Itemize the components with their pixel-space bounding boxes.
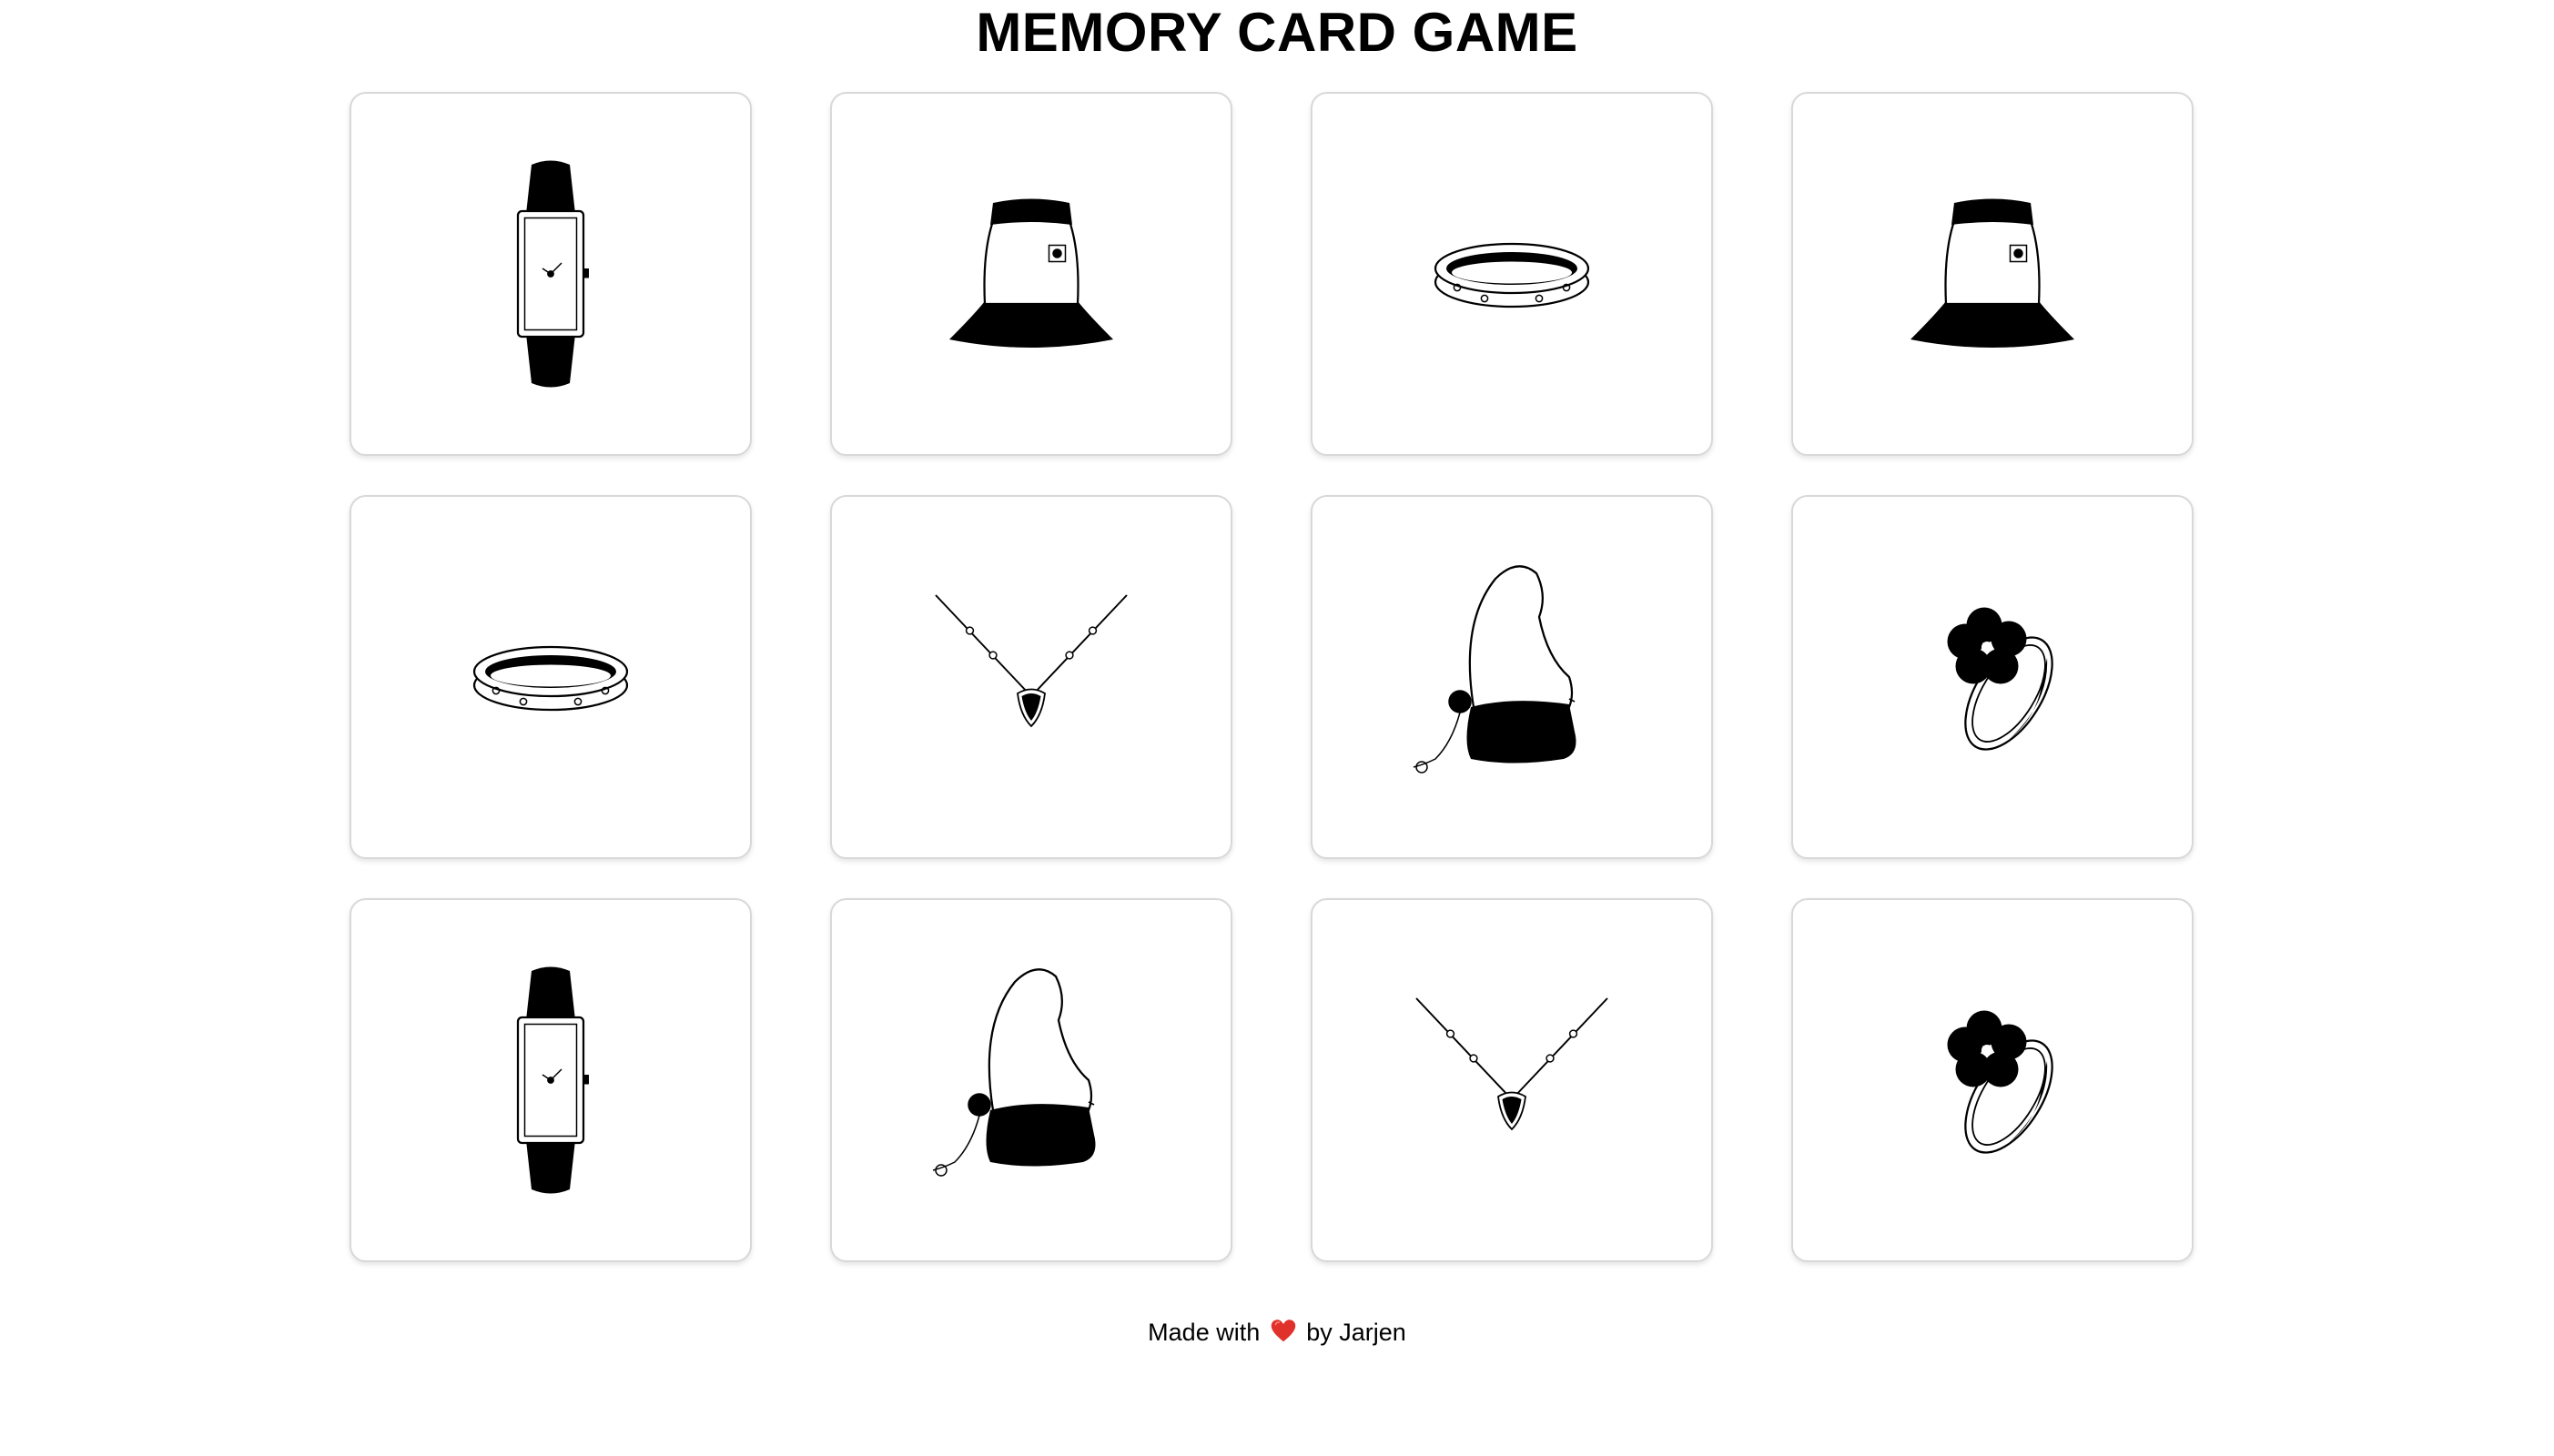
necklace-icon <box>935 594 1128 728</box>
memory-card[interactable] <box>1311 495 1713 859</box>
memory-card[interactable] <box>1311 898 1713 1262</box>
footer-suffix: by Jarjen <box>1306 1319 1406 1346</box>
memory-card[interactable] <box>350 495 752 859</box>
flower-ring-icon <box>1947 607 2053 751</box>
necklace-icon <box>1415 997 1608 1131</box>
memory-card[interactable] <box>1311 92 1713 456</box>
beanie-hat-icon <box>932 968 1096 1177</box>
bucket-hat-icon <box>949 198 1113 348</box>
bracelet-icon <box>472 645 629 712</box>
page-title: MEMORY CARD GAME <box>976 2 1578 63</box>
memory-card[interactable] <box>1791 898 2194 1262</box>
flower-ring-icon <box>1947 1010 2053 1154</box>
memory-card[interactable] <box>830 495 1232 859</box>
watch-icon <box>516 966 589 1194</box>
footer-prefix: Made with <box>1148 1319 1261 1346</box>
heart-icon <box>1270 1317 1297 1344</box>
memory-card[interactable] <box>830 92 1232 456</box>
watch-icon <box>516 160 589 388</box>
footer-credit: Made with by Jarjen <box>0 1314 2554 1350</box>
beanie-hat-icon <box>1413 565 1576 774</box>
memory-card[interactable] <box>1791 495 2194 859</box>
bracelet-icon <box>1434 242 1590 308</box>
memory-card[interactable] <box>350 92 752 456</box>
memory-card[interactable] <box>350 898 752 1262</box>
memory-card[interactable] <box>830 898 1232 1262</box>
bucket-hat-icon <box>1910 198 2074 348</box>
card-grid <box>350 92 2194 1262</box>
memory-card[interactable] <box>1791 92 2194 456</box>
